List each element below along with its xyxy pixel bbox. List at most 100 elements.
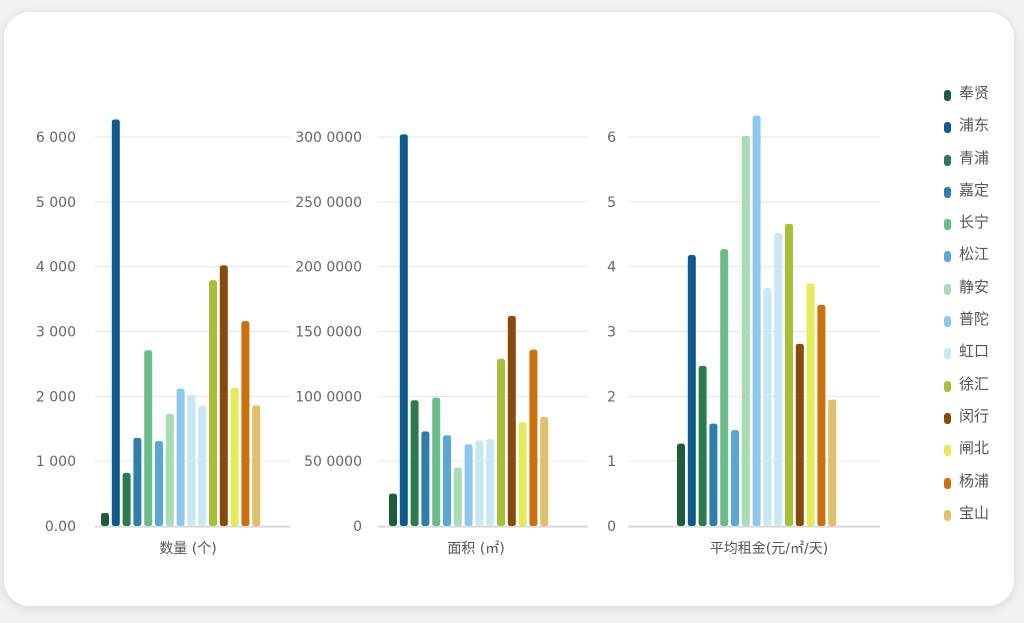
y-tick-label: 0 <box>607 519 616 535</box>
bar <box>731 430 739 526</box>
y-tick-label: 1 000 <box>36 454 76 470</box>
y-tick-label: 3 000 <box>36 325 76 341</box>
legend-item: 静安 <box>940 276 1020 308</box>
bar <box>410 400 419 526</box>
bar <box>133 437 142 526</box>
legend-swatch <box>944 219 951 231</box>
legend-label: 嘉定 <box>959 180 990 199</box>
bar <box>389 493 397 526</box>
bar <box>795 343 804 526</box>
bar <box>399 134 408 526</box>
bar <box>230 387 239 526</box>
legend-item: 嘉定 <box>940 179 1020 211</box>
bar <box>176 388 185 526</box>
legend-item: 闵行 <box>940 405 1020 437</box>
legend-label: 宝山 <box>959 503 990 522</box>
bar <box>165 413 174 526</box>
bar <box>497 358 505 526</box>
legend-label: 奉贤 <box>959 84 990 102</box>
legend-swatch <box>944 380 951 392</box>
legend-item: 青浦 <box>940 147 1020 179</box>
y-tick-label: 6 000 <box>36 130 76 146</box>
bar <box>709 423 718 526</box>
legend-swatch <box>944 477 951 489</box>
bar <box>828 399 837 526</box>
legend-item: 普陀 <box>940 308 1020 340</box>
y-tick-label: 5 <box>607 195 616 211</box>
bar <box>486 439 495 526</box>
bar <box>752 115 761 526</box>
bar <box>432 397 441 526</box>
chart-legend: 奉贤浦东 青浦 嘉定长宁松江静安普陀虹口徐汇 闵行闸北杨浦宝山 <box>940 82 1020 534</box>
bar <box>111 119 120 527</box>
y-tick-label: 300 0000 <box>295 130 362 146</box>
x-axis-label: 面积 (㎡) <box>447 541 504 557</box>
bar <box>122 472 131 526</box>
legend-swatch <box>944 348 951 360</box>
bar <box>774 232 783 526</box>
legend-item: 杨浦 <box>940 470 1020 502</box>
bar <box>763 288 772 526</box>
legend-item: 闸北 <box>940 437 1020 469</box>
legend-swatch <box>944 122 951 134</box>
legend-label: 杨浦 <box>959 471 990 490</box>
bar <box>785 223 793 527</box>
bar <box>806 283 815 526</box>
y-tick-label: 4 000 <box>36 260 76 276</box>
bar <box>687 254 696 526</box>
bar <box>219 265 228 526</box>
legend-swatch <box>944 316 951 328</box>
bar <box>187 395 196 526</box>
legend-item: 松江 <box>940 243 1020 275</box>
y-tick-label: 3 <box>607 325 616 341</box>
bar <box>817 304 826 526</box>
legend-swatch <box>944 186 951 198</box>
y-tick-label: 2 000 <box>36 389 76 405</box>
legend-label: 静安 <box>959 277 990 296</box>
legend-swatch <box>944 90 951 101</box>
bar <box>155 441 163 526</box>
legend-label: 松江 <box>959 245 990 264</box>
legend-label: 虹口 <box>959 342 990 361</box>
y-tick-label: 5 000 <box>36 195 76 211</box>
bar-chart-area: 0.00 1 000 2 000 3 000 4 000 5 000 6 000 数量 (个)… <box>36 115 880 557</box>
legend-item: 宝山 <box>940 502 1020 534</box>
x-axis-label: 数量 (个) <box>159 541 216 557</box>
y-tick-label: 0.00 <box>45 519 76 535</box>
legend-label: 普陀 <box>959 310 990 329</box>
legend-item: 虹口 <box>940 340 1020 372</box>
bar <box>241 321 250 526</box>
bar <box>529 349 538 526</box>
bar <box>453 467 462 526</box>
y-tick-label: 4 <box>607 260 616 276</box>
legend-item: 徐汇 <box>940 373 1020 405</box>
bar <box>443 435 451 526</box>
bar <box>475 440 484 526</box>
bar <box>518 422 527 526</box>
y-tick-label: 6 <box>607 130 616 146</box>
legend-item: 奉贤 <box>940 82 1020 114</box>
bar <box>144 350 153 526</box>
legend-swatch <box>944 154 951 166</box>
legend-item: 浦东 <box>940 114 1020 146</box>
legend-label: 闸北 <box>959 439 990 458</box>
y-tick-label: 100 0000 <box>295 389 362 405</box>
y-tick-label: 0 <box>353 519 362 535</box>
bar <box>421 431 430 526</box>
bar <box>252 405 261 526</box>
y-tick-label: 200 0000 <box>295 260 362 276</box>
legend-item: 长宁 <box>940 211 1020 243</box>
legend-swatch <box>944 251 951 263</box>
bar <box>209 280 217 526</box>
y-tick-label: 150 0000 <box>295 325 362 341</box>
y-tick-label: 250 0000 <box>295 195 362 211</box>
y-tick-label: 50 0000 <box>304 454 362 470</box>
bar <box>720 249 729 526</box>
bar <box>677 443 685 526</box>
bar <box>507 315 516 526</box>
legend-swatch <box>944 283 951 295</box>
x-axis-label: 平均租金(元/㎡/天) <box>710 541 828 557</box>
y-tick-label: 2 <box>607 389 616 405</box>
legend-swatch <box>944 509 951 521</box>
bar <box>198 406 207 526</box>
